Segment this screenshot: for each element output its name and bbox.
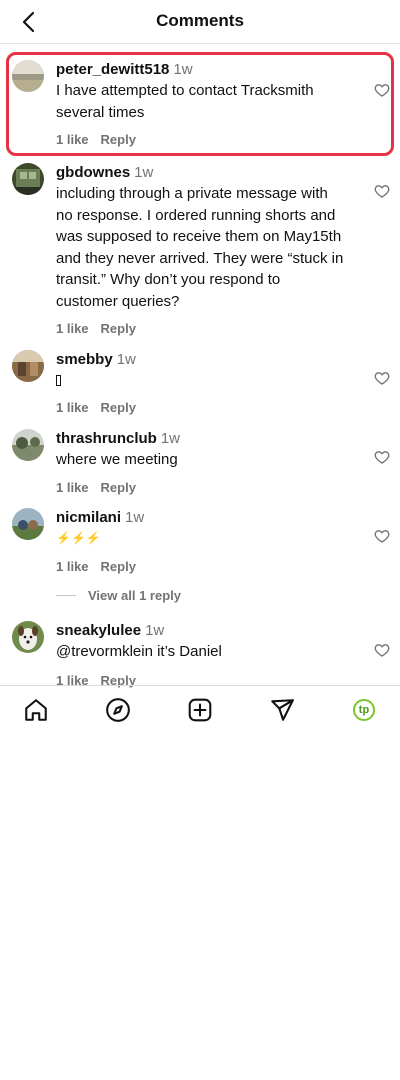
comment-time: 1w	[125, 509, 145, 526]
comment-text: ⚡⚡⚡	[56, 531, 101, 545]
explore-button[interactable]	[104, 696, 132, 724]
heart-icon[interactable]	[374, 449, 390, 465]
view-replies-label: View all 1 reply	[88, 588, 181, 603]
reply-button[interactable]: Reply	[101, 400, 136, 415]
like-count[interactable]: 1 like	[56, 400, 89, 415]
avatar[interactable]	[12, 350, 44, 382]
missing-glyph-icon	[56, 375, 61, 386]
comment-username[interactable]: thrashrunclub	[56, 430, 157, 447]
like-count[interactable]: 1 like	[56, 480, 89, 495]
page-title: Comments	[156, 11, 244, 30]
heart-icon[interactable]	[374, 528, 390, 544]
comment-username[interactable]: gbdownes	[56, 164, 130, 181]
like-count[interactable]: 1 like	[56, 132, 89, 147]
avatar[interactable]	[12, 429, 44, 461]
comment-time: 1w	[116, 351, 136, 368]
avatar[interactable]	[12, 60, 44, 92]
reply-button[interactable]: Reply	[101, 559, 136, 574]
header: Comments	[0, 0, 400, 44]
reply-button[interactable]: Reply	[101, 132, 136, 147]
profile-initials: tp	[358, 703, 370, 716]
comment-username[interactable]: sneakylulee	[56, 622, 141, 639]
comment-username[interactable]: peter_dewitt518	[56, 61, 169, 78]
comment-text: where we meeting	[56, 451, 178, 468]
profile-avatar: tp	[353, 699, 375, 721]
bottom-nav: tp	[0, 685, 400, 731]
heart-icon[interactable]	[374, 82, 390, 98]
compass-icon	[106, 698, 130, 722]
comment-text: I have attempted to contact Tracksmith s…	[56, 82, 314, 121]
comment-username[interactable]: smebby	[56, 351, 113, 368]
profile-button[interactable]: tp	[350, 696, 378, 724]
comment-text: including through a private message with…	[56, 185, 344, 310]
comment-time: 1w	[145, 622, 165, 639]
create-button[interactable]	[186, 696, 214, 724]
comment-time: 1w	[160, 430, 181, 447]
comment-time: 1w	[173, 61, 193, 78]
heart-icon[interactable]	[374, 183, 390, 199]
divider	[56, 595, 76, 596]
plus-square-icon	[188, 698, 212, 722]
heart-icon[interactable]	[374, 642, 390, 658]
heart-icon[interactable]	[374, 370, 390, 386]
reply-button[interactable]: Reply	[101, 480, 136, 495]
comment-username[interactable]: nicmilani	[56, 509, 121, 526]
comment-text	[56, 370, 346, 391]
reply-button[interactable]: Reply	[101, 321, 136, 336]
comment-text: @trevormklein it’s Daniel	[56, 643, 222, 660]
avatar[interactable]	[12, 508, 44, 540]
comment-time: 1w	[134, 164, 154, 181]
view-replies-button[interactable]: View all 1 reply	[56, 588, 181, 603]
home-button[interactable]	[22, 696, 50, 724]
like-count[interactable]: 1 like	[56, 321, 89, 336]
send-icon	[271, 699, 294, 721]
avatar[interactable]	[12, 621, 44, 653]
home-icon	[25, 699, 47, 721]
like-count[interactable]: 1 like	[56, 559, 89, 574]
messages-button[interactable]	[268, 696, 296, 724]
avatar[interactable]	[12, 163, 44, 195]
